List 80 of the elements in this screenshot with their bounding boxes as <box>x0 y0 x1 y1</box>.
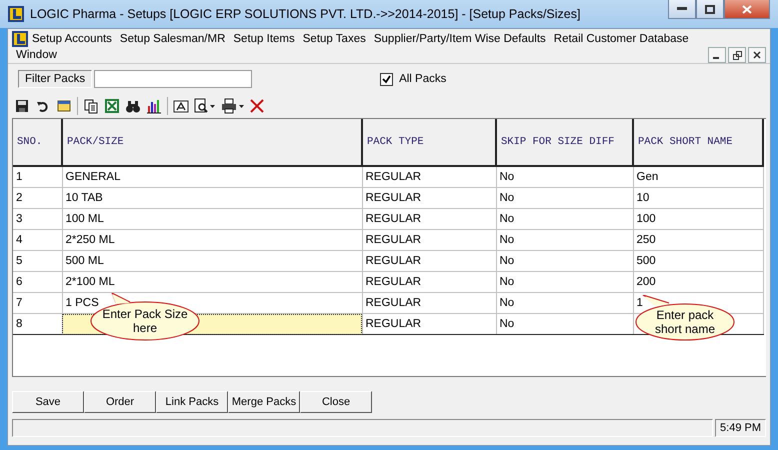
table-cell: 500 <box>633 250 763 272</box>
table-cell: 10 TAB <box>62 188 362 208</box>
column-header[interactable]: SNO. <box>13 119 62 166</box>
filter-label: Filter Packs <box>18 70 92 88</box>
close-icon <box>753 51 761 59</box>
table-cell: REGULAR <box>362 230 496 250</box>
table-cell: 3 <box>13 208 62 230</box>
all-packs-checkbox[interactable] <box>380 72 394 86</box>
table-cell: 10 <box>633 188 763 208</box>
checkbox-label: All Packs <box>399 73 446 85</box>
table-cell: 250 <box>633 230 763 250</box>
restore-button[interactable] <box>728 47 746 63</box>
menu-item[interactable]: Setup Salesman/MR <box>116 31 230 47</box>
table-cell: No <box>496 188 633 208</box>
menu-item[interactable]: Supplier/Party/Item Wise Defaults <box>370 31 550 47</box>
maximize-icon <box>705 4 715 14</box>
binoculars-icon[interactable] <box>125 98 141 114</box>
filter-field[interactable] <box>94 70 252 88</box>
table-cell: 2 <box>13 188 62 208</box>
action-button[interactable]: Link Packs <box>156 391 228 413</box>
action-button[interactable]: Save <box>12 391 84 413</box>
menu-item[interactable]: Window <box>12 47 61 63</box>
table-cell: GENERAL <box>62 166 362 188</box>
table-cell: Gen <box>633 166 763 188</box>
close-button[interactable] <box>748 47 766 63</box>
restore-icon <box>732 50 742 60</box>
table-cell: No <box>496 272 633 292</box>
window-title: LOGIC Pharma - Setups [LOGIC ERP SOLUTIONS PVT. LTD.->>2014-2015] - [Setup Packs/Sizes] <box>30 7 582 21</box>
table-cell: 100 <box>633 208 763 230</box>
delete-icon[interactable] <box>250 99 264 113</box>
table-cell: 7 <box>13 292 62 314</box>
table-cell: No <box>496 230 633 250</box>
spreadsheet-icon[interactable] <box>104 98 120 114</box>
table-cell: REGULAR <box>362 250 496 272</box>
font-icon[interactable] <box>173 98 189 114</box>
printer-icon[interactable] <box>221 98 245 114</box>
menu-item[interactable]: Setup Items <box>229 31 299 47</box>
table-cell: REGULAR <box>362 314 496 334</box>
table-cell: No <box>496 314 633 334</box>
print-preview-icon[interactable] <box>194 98 216 114</box>
column-header[interactable]: PACK/SIZE <box>62 119 362 166</box>
table-cell: No <box>496 292 633 314</box>
table-cell: 6 <box>13 272 62 292</box>
table-cell: 100 ML <box>62 208 362 230</box>
close-icon <box>742 4 752 14</box>
table-cell: 2*250 ML <box>62 230 362 250</box>
copy-icon[interactable] <box>83 98 99 114</box>
status-time: 5:49 PM <box>715 419 766 437</box>
minimize-button[interactable] <box>668 0 696 19</box>
minimize-icon <box>677 7 687 11</box>
table-cell: REGULAR <box>362 272 496 292</box>
table-cell: No <box>496 166 633 188</box>
table-cell: REGULAR <box>362 292 496 314</box>
table-cell: 5 <box>13 250 62 272</box>
window-icon[interactable] <box>56 98 72 114</box>
menu-logo-icon <box>12 31 28 47</box>
action-button[interactable]: Close <box>300 391 372 413</box>
menu-item[interactable]: Setup Accounts <box>28 31 116 47</box>
minimize-button[interactable] <box>708 47 726 63</box>
table-cell: 2*100 ML <box>62 272 362 292</box>
table-cell: REGULAR <box>362 208 496 230</box>
column-header[interactable]: PACK TYPE <box>362 119 496 166</box>
bar-chart-icon[interactable] <box>146 98 162 114</box>
action-button[interactable]: Merge Packs <box>228 391 300 413</box>
table-cell: 4 <box>13 230 62 250</box>
table-cell: 1 <box>13 166 62 188</box>
table-cell: 200 <box>633 272 763 292</box>
restore-button[interactable] <box>696 0 724 19</box>
column-header[interactable]: SKIP FOR SIZE DIFF <box>496 119 633 166</box>
table-cell: REGULAR <box>362 188 496 208</box>
table-cell: REGULAR <box>362 166 496 188</box>
menu-item[interactable]: Retail Customer Database <box>550 31 693 47</box>
table-cell: 500 ML <box>62 250 362 272</box>
save-icon[interactable] <box>14 98 30 114</box>
menu-item[interactable]: Setup Taxes <box>298 31 370 47</box>
app-logo-icon <box>8 6 24 22</box>
column-header[interactable]: PACK SHORT NAME <box>633 119 763 166</box>
action-button[interactable]: Order <box>84 391 156 413</box>
table-cell: No <box>496 208 633 230</box>
table-cell: No <box>496 250 633 272</box>
